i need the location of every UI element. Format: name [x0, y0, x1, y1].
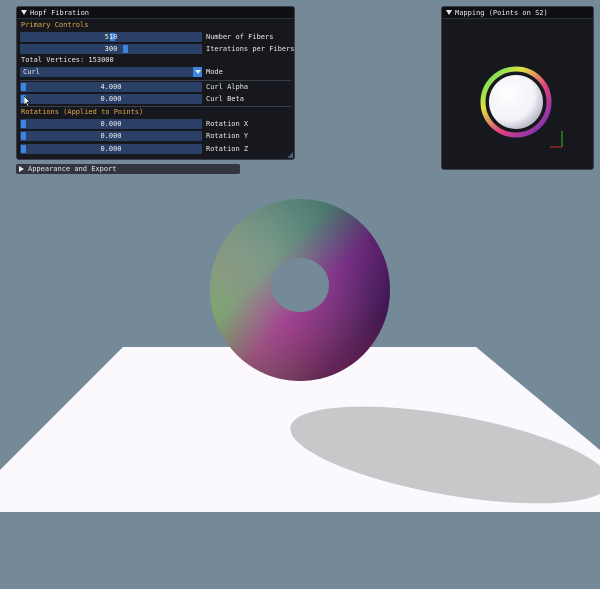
rotation-x-label: Rotation X [206, 120, 249, 128]
panel-title-bar[interactable]: Hopf Fibration [17, 7, 294, 19]
mode-row: Curl Mode [20, 67, 223, 77]
triangle-down-icon[interactable] [21, 10, 27, 15]
iterations-value: 300 [104, 45, 118, 53]
rotation-y-slider[interactable]: 0.000 [20, 131, 202, 141]
iterations-label: Iterations per Fibers [206, 45, 295, 53]
combo-arrow-button[interactable] [193, 67, 202, 77]
mode-value: Curl [23, 68, 40, 76]
horizon-band [0, 512, 600, 582]
appearance-export-title: Appearance and Export [28, 165, 117, 173]
hopf-fibration-panel: Hopf Fibration Primary Controls 510 Numb… [16, 6, 295, 160]
rotation-z-row: 0.000 Rotation Z [20, 144, 248, 154]
curl-alpha-value: 4.000 [100, 83, 122, 91]
curl-alpha-row: 4.000 Curl Alpha [20, 82, 248, 92]
triangle-right-icon [19, 166, 24, 172]
fibers-value: 510 [104, 33, 118, 41]
rotation-x-slider[interactable]: 0.000 [20, 119, 202, 129]
resize-grip[interactable] [287, 152, 293, 158]
rotation-y-row: 0.000 Rotation Y [20, 131, 248, 141]
rotation-z-value: 0.000 [100, 145, 122, 153]
mapping-panel: Mapping (Points on S2) [441, 6, 594, 170]
curl-beta-value: 0.000 [100, 95, 122, 103]
section-rotations: Rotations (Applied to Points) [21, 108, 144, 116]
torus-mesh [210, 199, 390, 381]
separator [20, 106, 291, 107]
curl-beta-slider[interactable]: 0.000 [20, 94, 202, 104]
curl-alpha-slider[interactable]: 4.000 [20, 82, 202, 92]
total-vertices: Total Vertices: 153000 [21, 56, 114, 64]
rotation-y-value: 0.000 [100, 132, 122, 140]
fibers-slider[interactable]: 510 [20, 32, 202, 42]
iterations-slider[interactable]: 300 [20, 44, 202, 54]
curl-alpha-label: Curl Alpha [206, 83, 249, 91]
rotation-x-value: 0.000 [100, 120, 122, 128]
s2-sphere-view[interactable] [442, 19, 593, 169]
mapping-title-bar[interactable]: Mapping (Points on S2) [442, 7, 593, 19]
curl-beta-label: Curl Beta [206, 95, 244, 103]
rotation-z-label: Rotation Z [206, 145, 249, 153]
iterations-row: 300 Iterations per Fibers [20, 44, 295, 54]
fibers-row: 510 Number of Fibers [20, 32, 273, 42]
chevron-down-icon [194, 70, 201, 74]
appearance-export-header[interactable]: Appearance and Export [16, 164, 240, 174]
fibers-label: Number of Fibers [206, 33, 274, 41]
mouse-pointer-icon [24, 96, 31, 107]
panel-title: Hopf Fibration [30, 8, 90, 17]
separator [20, 80, 291, 81]
rotation-x-row: 0.000 Rotation X [20, 119, 248, 129]
mapping-title: Mapping (Points on S2) [455, 8, 548, 17]
triangle-down-icon[interactable] [446, 10, 452, 15]
rotation-z-slider[interactable]: 0.000 [20, 144, 202, 154]
section-primary-controls: Primary Controls [21, 21, 89, 29]
mode-label: Mode [206, 68, 223, 76]
rotation-y-label: Rotation Y [206, 132, 249, 140]
curl-beta-row: 0.000 Curl Beta [20, 94, 244, 104]
mode-combo[interactable]: Curl [20, 67, 202, 77]
